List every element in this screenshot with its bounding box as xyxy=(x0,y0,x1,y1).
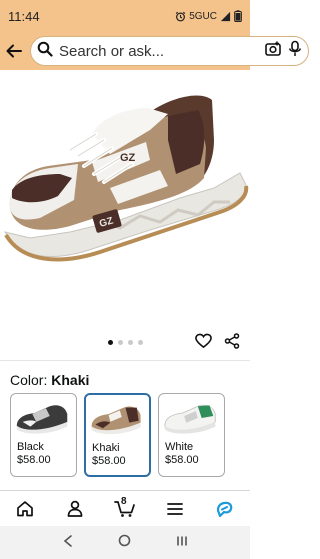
status-bar: 11:44 5GUC xyxy=(0,0,250,32)
carousel-dot[interactable] xyxy=(137,339,143,345)
search-icon xyxy=(37,41,53,62)
swatch-white[interactable]: White $58.00 xyxy=(158,393,225,477)
home-icon xyxy=(17,501,33,517)
back-arrow-icon xyxy=(6,44,22,58)
image-carousel-controls xyxy=(0,327,250,357)
color-label-prefix: Color: xyxy=(10,372,48,388)
carousel-dot[interactable] xyxy=(107,339,113,345)
carousel-dots[interactable] xyxy=(107,339,143,345)
network-type: 5GUC xyxy=(189,10,217,22)
nav-home-icon[interactable] xyxy=(118,534,131,552)
system-nav-bar xyxy=(0,526,250,559)
nav-recents-icon[interactable] xyxy=(176,534,188,552)
tab-rufus[interactable] xyxy=(210,494,240,524)
battery-icon xyxy=(234,10,242,22)
menu-icon xyxy=(167,502,183,515)
carousel-dot[interactable] xyxy=(127,339,133,345)
selected-color-value: Khaki xyxy=(51,372,90,388)
carousel-dot[interactable] xyxy=(117,339,123,345)
camera-search-icon[interactable] xyxy=(264,40,282,63)
microphone-icon[interactable] xyxy=(288,40,302,63)
cart-count: 8 xyxy=(121,495,127,507)
product-image[interactable]: GZ GZ xyxy=(0,70,250,325)
alarm-icon xyxy=(175,11,186,22)
swatch-name: Khaki xyxy=(92,442,120,454)
tab-menu[interactable] xyxy=(160,494,190,524)
signal-icon xyxy=(220,11,231,22)
svg-text:GZ: GZ xyxy=(120,152,136,164)
color-selection-label: Color: Khaki xyxy=(10,372,89,388)
bottom-tab-bar: 8 xyxy=(0,490,250,526)
swatch-name: White xyxy=(165,441,194,453)
swatch-price: $58.00 xyxy=(92,455,126,467)
swatch-khaki-image xyxy=(91,406,141,435)
back-button[interactable] xyxy=(6,40,22,62)
swatch-price: $58.00 xyxy=(165,454,199,466)
heart-icon[interactable] xyxy=(195,333,212,354)
share-icon[interactable] xyxy=(224,333,240,354)
account-icon xyxy=(67,500,83,517)
sneaker-image: GZ GZ xyxy=(4,95,249,262)
search-input[interactable] xyxy=(59,42,258,60)
swatch-name: Black xyxy=(17,441,44,453)
color-swatches: Black $58.00 Khaki $58.00 White $58.00 xyxy=(10,393,225,477)
swatch-price: $58.00 xyxy=(17,454,51,466)
section-divider xyxy=(0,360,250,361)
swatch-khaki[interactable]: Khaki $58.00 xyxy=(84,393,151,477)
search-box[interactable] xyxy=(30,36,309,66)
swatch-black-image xyxy=(16,405,68,434)
status-time: 11:44 xyxy=(8,8,40,24)
swatch-white-image xyxy=(164,404,216,434)
rufus-icon xyxy=(216,501,233,517)
tab-cart[interactable]: 8 xyxy=(110,494,140,524)
tab-home[interactable] xyxy=(10,494,40,524)
search-header xyxy=(0,32,309,70)
swatch-black[interactable]: Black $58.00 xyxy=(10,393,77,477)
status-icons: 5GUC xyxy=(175,10,242,22)
tab-account[interactable] xyxy=(60,494,90,524)
image-actions xyxy=(195,333,240,354)
nav-back-icon[interactable] xyxy=(63,534,73,552)
